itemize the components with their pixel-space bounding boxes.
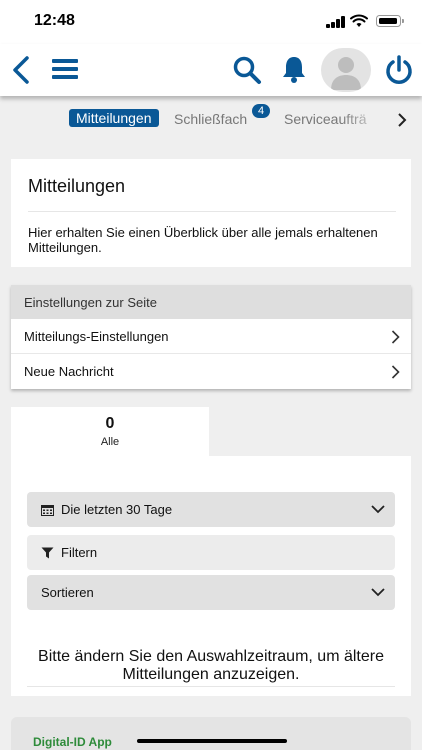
digital-id-title: Digital-ID App bbox=[33, 735, 112, 749]
row-label: Mitteilungs-Einstellungen bbox=[24, 329, 169, 344]
mitteilungs-einstellungen-link[interactable]: Mitteilungs-Einstellungen bbox=[11, 319, 411, 354]
page-title: Mitteilungen bbox=[28, 176, 126, 196]
chevron-down-icon bbox=[371, 505, 385, 514]
user-icon bbox=[331, 57, 361, 90]
sort-select[interactable]: Sortieren bbox=[27, 575, 395, 610]
wifi-icon bbox=[350, 14, 368, 27]
digital-id-card[interactable]: Digital-ID App bbox=[11, 717, 411, 750]
period-value: Die letzten 30 Tage bbox=[61, 502, 173, 517]
back-icon[interactable] bbox=[10, 55, 32, 85]
count-value: 0 bbox=[105, 415, 115, 432]
settings-heading: Einstellungen zur Seite bbox=[11, 285, 411, 319]
chevron-right-icon bbox=[391, 365, 400, 379]
intro-card: Mitteilungen Hier erhalten Sie einen Übe… bbox=[11, 159, 411, 267]
row-label: Neue Nachricht bbox=[24, 364, 114, 379]
chevron-down-icon bbox=[371, 588, 385, 597]
sort-label: Sortieren bbox=[41, 585, 94, 600]
calendar-icon bbox=[41, 505, 54, 516]
filter-panel: Die letzten 30 Tage Filtern Sortieren Bi… bbox=[11, 456, 411, 696]
chevron-right-icon bbox=[391, 330, 400, 344]
signal-icon bbox=[326, 16, 346, 28]
section-tabs: Mitteilungen Schließfach 4 Serviceaufträ bbox=[0, 100, 422, 138]
divider bbox=[28, 211, 396, 212]
filter-icon bbox=[41, 547, 54, 559]
battery-icon bbox=[376, 15, 404, 27]
intro-text: Hier erhalten Sie einen Überblick über a… bbox=[28, 225, 378, 255]
bell-icon[interactable] bbox=[280, 54, 308, 84]
avatar[interactable] bbox=[321, 48, 371, 92]
home-indicator bbox=[137, 739, 287, 743]
count-label: Alle bbox=[100, 436, 120, 448]
filter-button[interactable]: Filtern bbox=[27, 535, 395, 570]
menu-icon[interactable] bbox=[52, 58, 78, 80]
power-icon[interactable] bbox=[384, 54, 414, 86]
divider bbox=[27, 686, 395, 687]
chevron-right-icon[interactable] bbox=[396, 112, 408, 128]
page-settings: Einstellungen zur Seite Mitteilungs-Eins… bbox=[11, 285, 411, 389]
filter-label: Filtern bbox=[61, 545, 98, 560]
search-icon[interactable] bbox=[232, 55, 262, 85]
empty-notice: Bitte ändern Sie den Auswahlzeitraum, um… bbox=[38, 648, 384, 683]
schliessfach-badge: 4 bbox=[252, 104, 270, 118]
count-tab-alle[interactable]: 0 Alle bbox=[11, 407, 209, 457]
status-bar: 12:48 bbox=[0, 0, 422, 44]
period-select[interactable]: Die letzten 30 Tage bbox=[27, 492, 395, 527]
neue-nachricht-link[interactable]: Neue Nachricht bbox=[11, 354, 411, 389]
status-time: 12:48 bbox=[34, 12, 75, 29]
tab-mitteilungen[interactable]: Mitteilungen bbox=[69, 109, 159, 127]
app-header bbox=[0, 44, 422, 96]
tab-schliessfach[interactable]: Schließfach bbox=[174, 110, 247, 128]
